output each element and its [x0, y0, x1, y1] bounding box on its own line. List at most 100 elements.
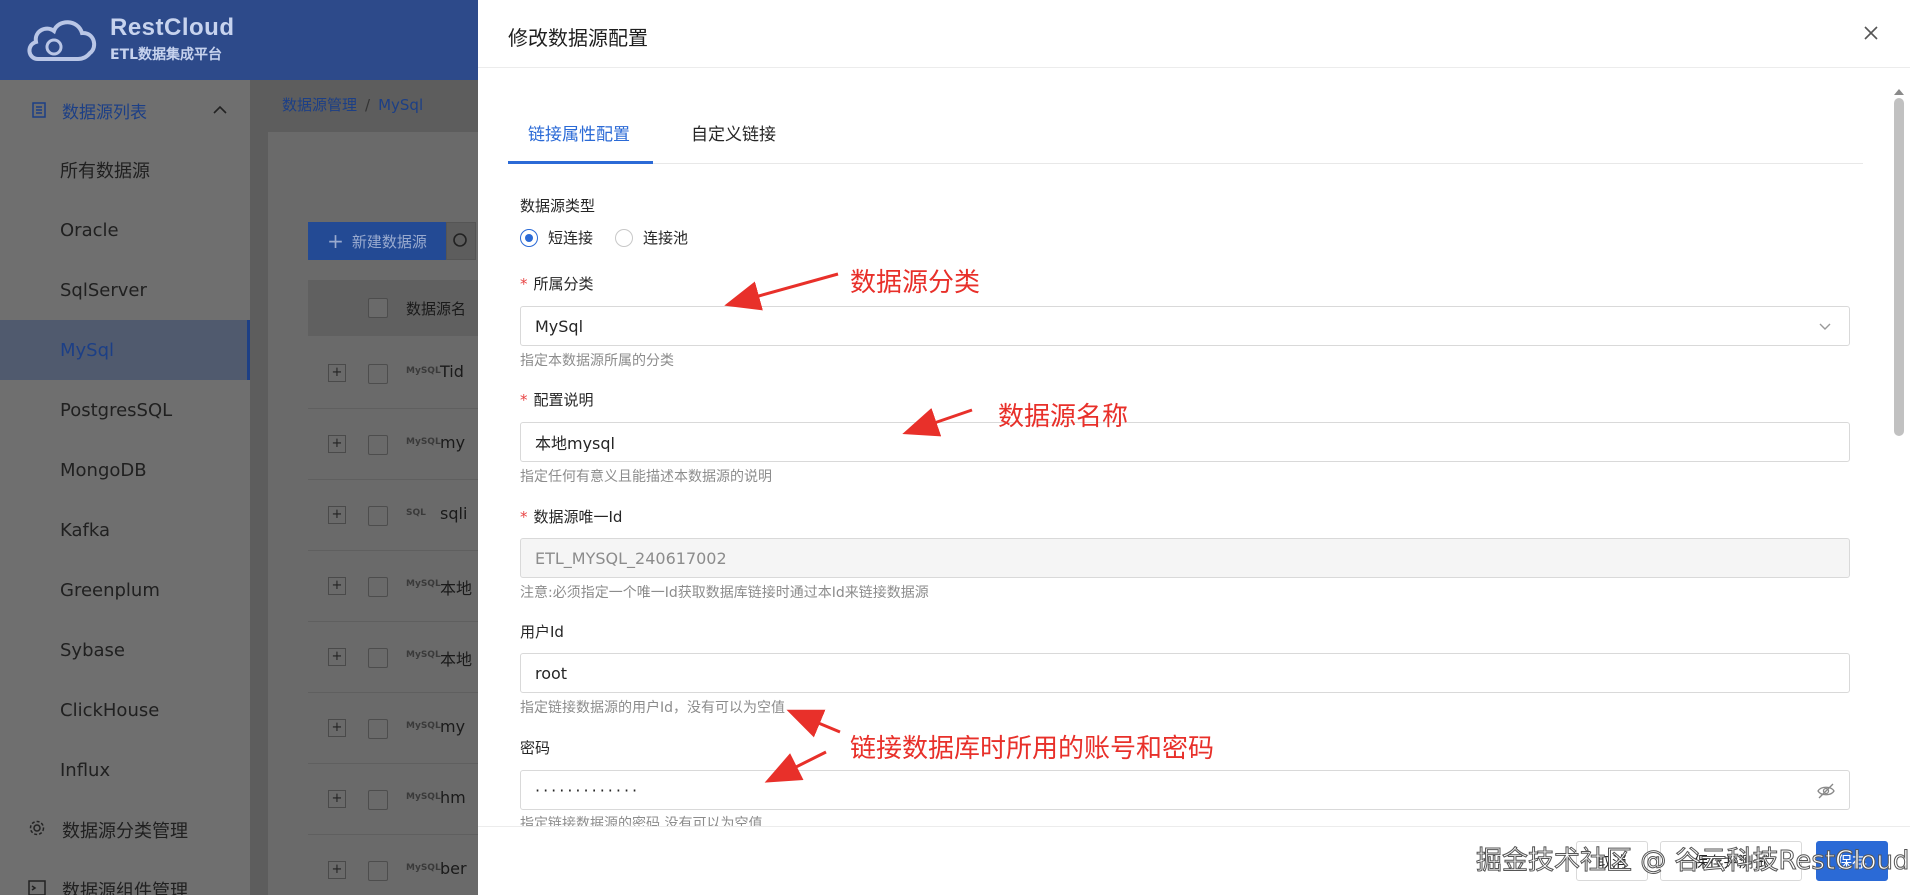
row-name: Tid — [440, 362, 464, 381]
radio-label-pool: 连接池 — [643, 229, 689, 247]
user-id-label: 用户Id — [520, 623, 564, 641]
expand-icon[interactable]: + — [328, 364, 346, 382]
brand-logo[interactable]: RestCloud ETL数据集成平台 — [24, 14, 235, 64]
expand-icon[interactable]: + — [328, 790, 346, 808]
gear-icon — [28, 819, 50, 841]
description-field[interactable] — [535, 432, 1835, 452]
sidebar-item-mysql[interactable]: MySql — [0, 320, 250, 380]
datasource-type-radio-group: 短连接 连接池 — [520, 227, 688, 248]
row-name: 本地 — [440, 579, 473, 598]
table-row[interactable]: + MySQL 本地 — [308, 622, 478, 693]
row-checkbox[interactable] — [368, 364, 388, 384]
sidebar-item-all[interactable]: 所有数据源 — [0, 140, 250, 200]
chevron-down-icon — [1817, 318, 1835, 336]
expand-icon[interactable]: + — [328, 719, 346, 737]
tab-custom-link[interactable]: 自定义链接 — [691, 120, 776, 145]
row-name: my — [440, 717, 466, 736]
table-row[interactable]: + MySQL hm — [308, 764, 478, 835]
row-name: my — [440, 433, 466, 452]
sidebar-item-label: MongoDB — [60, 459, 147, 481]
eye-invisible-icon[interactable] — [1817, 782, 1835, 800]
sidebar-item-sqlserver[interactable]: SqlServer — [0, 260, 250, 320]
radio-short-connection[interactable] — [520, 228, 538, 247]
unique-id-label: * 数据源唯一Id — [520, 508, 623, 526]
new-datasource-button[interactable]: + 新建数据源 — [308, 222, 446, 260]
mysql-icon: MySQL — [406, 792, 441, 802]
sidebar-item-category-manage[interactable]: 数据源分类管理 — [0, 800, 250, 860]
sidebar-item-label: SqlServer — [60, 279, 147, 301]
row-checkbox[interactable] — [368, 861, 388, 881]
expand-icon[interactable]: + — [328, 435, 346, 453]
row-checkbox[interactable] — [368, 790, 388, 810]
datasource-type-label: 数据源类型 — [520, 197, 596, 215]
sidebar-item-clickhouse[interactable]: ClickHouse — [0, 680, 250, 740]
list-icon — [28, 99, 50, 121]
annotation-category: 数据源分类 — [850, 268, 981, 298]
breadcrumb-separator: / — [365, 96, 371, 114]
description-input[interactable] — [520, 422, 1850, 462]
tab-connection-config[interactable]: 链接属性配置 — [528, 120, 630, 145]
password-label: 密码 — [520, 739, 551, 757]
row-name: 本地 — [440, 650, 473, 669]
plus-icon: + — [327, 229, 344, 253]
table-row[interactable]: + MySQL ber — [308, 835, 478, 895]
sidebar-item-label: Greenplum — [60, 579, 160, 601]
expand-icon[interactable]: + — [328, 577, 346, 595]
sidebar-item-kafka[interactable]: Kafka — [0, 500, 250, 560]
radio-pool-connection[interactable] — [615, 228, 634, 247]
chevron-up-icon[interactable] — [212, 102, 228, 123]
close-icon — [1864, 26, 1878, 40]
scroll-up-icon[interactable] — [1894, 80, 1904, 99]
sidebar-group-label: 数据源列表 — [62, 102, 147, 123]
search-icon — [453, 233, 467, 247]
annotation-credentials: 链接数据库时所用的账号和密码 — [850, 734, 1215, 764]
sidebar-group-datasource-list[interactable]: 数据源列表 — [0, 80, 250, 140]
row-checkbox[interactable] — [368, 435, 388, 455]
sidebar-item-oracle[interactable]: Oracle — [0, 200, 250, 260]
table-row[interactable]: + MySQL Tid — [308, 338, 478, 409]
brand-subtitle: ETL数据集成平台 — [110, 47, 223, 63]
row-checkbox[interactable] — [368, 648, 388, 668]
sidebar-item-label: Kafka — [60, 519, 110, 541]
cloud-logo-icon — [24, 15, 100, 63]
mysql-icon: MySQL — [406, 721, 441, 731]
brand-title: RestCloud — [110, 14, 235, 41]
category-value: MySql — [535, 316, 584, 336]
password-input[interactable]: ············· — [520, 770, 1850, 810]
sidebar-item-sybase[interactable]: Sybase — [0, 620, 250, 680]
sidebar-item-label: 数据源分类管理 — [62, 821, 188, 842]
sidebar-item-label: Sybase — [60, 639, 125, 661]
required-mark: * — [520, 508, 528, 526]
category-hint: 指定本数据源所属的分类 — [520, 353, 674, 369]
select-all-checkbox[interactable] — [368, 298, 388, 318]
table-row[interactable]: + SQL sqli — [308, 480, 478, 551]
expand-icon[interactable]: + — [328, 861, 346, 879]
sidebar-item-mongodb[interactable]: MongoDB — [0, 440, 250, 500]
sidebar-item-label: 所有数据源 — [60, 161, 150, 182]
breadcrumb: 数据源管理 / MySql — [282, 94, 423, 115]
breadcrumb-current: MySql — [378, 96, 424, 114]
row-checkbox[interactable] — [368, 719, 388, 739]
row-checkbox[interactable] — [368, 577, 388, 597]
table-row[interactable]: + MySQL 本地 — [308, 551, 478, 622]
sidebar-item-influx[interactable]: Influx — [0, 740, 250, 800]
row-checkbox[interactable] — [368, 506, 388, 526]
expand-icon[interactable]: + — [328, 648, 346, 666]
breadcrumb-root[interactable]: 数据源管理 — [282, 96, 357, 114]
unique-id-value: ETL_MYSQL_240617002 — [535, 548, 727, 568]
category-select[interactable]: MySql — [520, 306, 1850, 346]
close-button[interactable] — [1860, 22, 1882, 44]
mysql-icon: MySQL — [406, 863, 441, 873]
search-button[interactable] — [446, 222, 476, 260]
user-id-input[interactable] — [520, 653, 1850, 693]
user-id-field[interactable] — [535, 663, 1835, 683]
sidebar-item-component-manage[interactable]: 数据源组件管理 — [0, 860, 250, 895]
sidebar-item-greenplum[interactable]: Greenplum — [0, 560, 250, 620]
table-row[interactable]: + MySQL my — [308, 409, 478, 480]
required-mark: * — [520, 391, 528, 409]
scrollbar-thumb[interactable] — [1894, 98, 1904, 436]
expand-icon[interactable]: + — [328, 506, 346, 524]
table-row[interactable]: + MySQL my — [308, 693, 478, 764]
radio-label-short: 短连接 — [548, 229, 594, 247]
sidebar-item-postgressql[interactable]: PostgresSQL — [0, 380, 250, 440]
